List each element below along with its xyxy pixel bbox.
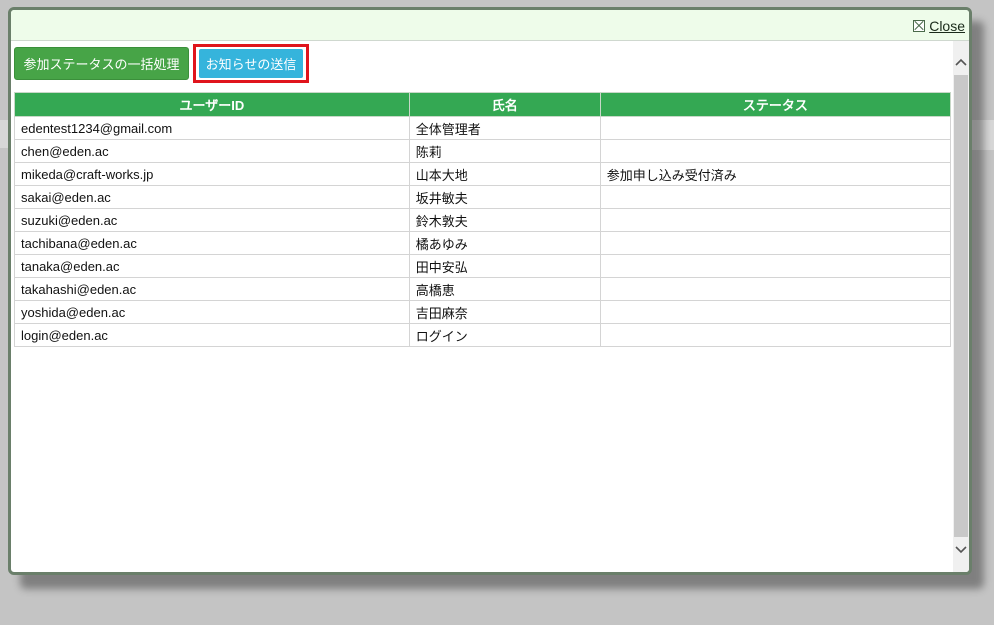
bulk-status-button[interactable]: 参加ステータスの一括処理 bbox=[14, 47, 189, 80]
chevron-up-icon bbox=[955, 58, 967, 66]
cell-user-id: sakai@eden.ac bbox=[14, 185, 410, 209]
dialog: Close 参加ステータスの一括処理 お知らせの送信 ユーザーID 氏名 ステー… bbox=[8, 7, 972, 575]
column-header-user-id[interactable]: ユーザーID bbox=[14, 92, 410, 117]
cell-status bbox=[599, 116, 952, 140]
table-row[interactable]: edentest1234@gmail.com 全体管理者 bbox=[14, 116, 952, 140]
column-header-name[interactable]: 氏名 bbox=[408, 92, 601, 117]
close-button[interactable]: Close bbox=[913, 17, 965, 35]
toolbar: 参加ステータスの一括処理 お知らせの送信 bbox=[14, 44, 309, 83]
chevron-down-icon bbox=[955, 546, 967, 554]
cell-name: ログイン bbox=[408, 323, 601, 347]
cell-name: 全体管理者 bbox=[408, 116, 601, 140]
cell-status bbox=[599, 323, 952, 347]
cell-user-id: takahashi@eden.ac bbox=[14, 277, 410, 301]
cell-status bbox=[599, 254, 952, 278]
table-row[interactable]: chen@eden.ac 陈莉 bbox=[14, 139, 952, 163]
dialog-titlebar: Close bbox=[11, 10, 969, 41]
table-row[interactable]: tachibana@eden.ac 橘あゆみ bbox=[14, 231, 952, 255]
table-row[interactable]: tanaka@eden.ac 田中安弘 bbox=[14, 254, 952, 278]
close-link[interactable]: Close bbox=[929, 18, 965, 34]
scroll-up-button[interactable] bbox=[953, 53, 969, 71]
cell-status: 参加申し込み受付済み bbox=[599, 162, 952, 186]
send-notice-button[interactable]: お知らせの送信 bbox=[199, 49, 303, 78]
background-fragment bbox=[0, 120, 8, 148]
vertical-scrollbar[interactable] bbox=[953, 41, 969, 572]
cell-status bbox=[599, 208, 952, 232]
cell-name: 高橋恵 bbox=[408, 277, 601, 301]
cell-name: 橘あゆみ bbox=[408, 231, 601, 255]
cell-name: 山本大地 bbox=[408, 162, 601, 186]
close-box-icon[interactable] bbox=[913, 20, 926, 32]
cell-name: 吉田麻奈 bbox=[408, 300, 601, 324]
cell-user-id: mikeda@craft-works.jp bbox=[14, 162, 410, 186]
cell-status bbox=[599, 185, 952, 209]
table-row[interactable]: sakai@eden.ac 坂井敏夫 bbox=[14, 185, 952, 209]
cell-status bbox=[599, 231, 952, 255]
cell-user-id: tachibana@eden.ac bbox=[14, 231, 410, 255]
cell-user-id: yoshida@eden.ac bbox=[14, 300, 410, 324]
cell-user-id: chen@eden.ac bbox=[14, 139, 410, 163]
table-row[interactable]: takahashi@eden.ac 高橋恵 bbox=[14, 277, 952, 301]
cell-name: 陈莉 bbox=[408, 139, 601, 163]
cell-status bbox=[599, 277, 952, 301]
cell-status bbox=[599, 139, 952, 163]
cell-user-id: edentest1234@gmail.com bbox=[14, 116, 410, 140]
table-row[interactable]: login@eden.ac ログイン bbox=[14, 323, 952, 347]
cell-user-id: tanaka@eden.ac bbox=[14, 254, 410, 278]
cell-user-id: suzuki@eden.ac bbox=[14, 208, 410, 232]
background-fragment bbox=[972, 120, 994, 150]
cell-name: 坂井敏夫 bbox=[408, 185, 601, 209]
dialog-content: 参加ステータスの一括処理 お知らせの送信 ユーザーID 氏名 ステータス ede… bbox=[11, 41, 955, 572]
cell-user-id: login@eden.ac bbox=[14, 323, 410, 347]
table-row[interactable]: mikeda@craft-works.jp 山本大地 参加申し込み受付済み bbox=[14, 162, 952, 186]
send-notice-highlight: お知らせの送信 bbox=[193, 44, 309, 83]
table-row[interactable]: suzuki@eden.ac 鈴木敦夫 bbox=[14, 208, 952, 232]
column-header-status[interactable]: ステータス bbox=[599, 92, 952, 117]
participants-table: ユーザーID 氏名 ステータス edentest1234@gmail.com 全… bbox=[14, 92, 952, 347]
scrollbar-thumb[interactable] bbox=[954, 75, 968, 537]
cell-status bbox=[599, 300, 952, 324]
table-row[interactable]: yoshida@eden.ac 吉田麻奈 bbox=[14, 300, 952, 324]
cell-name: 田中安弘 bbox=[408, 254, 601, 278]
table-header-row: ユーザーID 氏名 ステータス bbox=[14, 92, 952, 117]
cell-name: 鈴木敦夫 bbox=[408, 208, 601, 232]
scroll-down-button[interactable] bbox=[953, 541, 969, 559]
